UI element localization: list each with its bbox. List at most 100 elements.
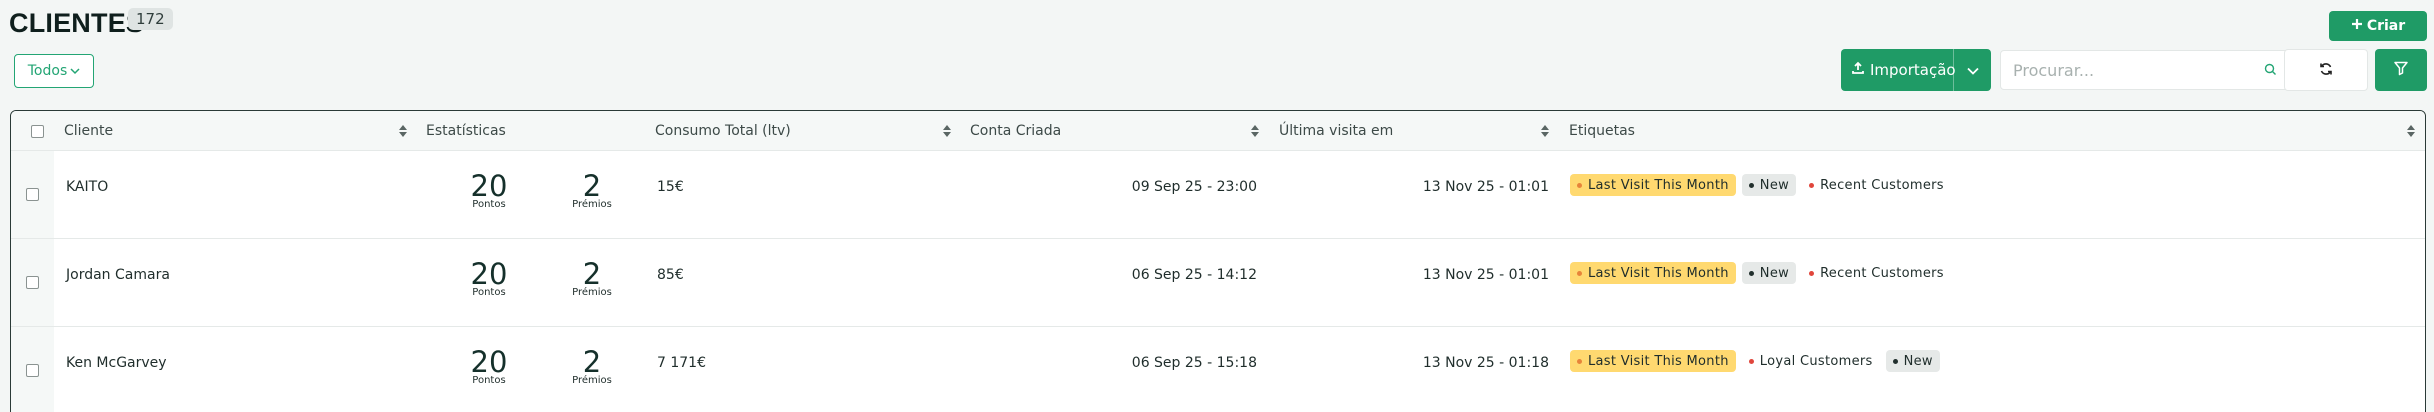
column-header-last-visit[interactable]: Última visita em <box>1279 111 1393 151</box>
prizes-stat: 2 Prémios <box>562 259 622 298</box>
prizes-label: Prémios <box>572 199 612 210</box>
dot-icon <box>1748 270 1754 276</box>
status-filter-dropdown[interactable]: Todos <box>14 54 94 88</box>
import-options-toggle[interactable] <box>1954 49 1991 91</box>
tag-chip[interactable]: Last Visit This Month <box>1570 262 1736 284</box>
client-count-badge: 172 <box>128 8 173 30</box>
tag-chip[interactable]: New <box>1741 262 1797 284</box>
tag-chip[interactable]: Recent Customers <box>1802 262 1951 284</box>
tag-chip[interactable]: Recent Customers <box>1802 174 1951 196</box>
clients-table: Cliente Estatísticas Consumo Total (ltv)… <box>10 110 2426 412</box>
import-button-group: Importação <box>1841 49 1991 91</box>
tag-chip[interactable]: New <box>1885 350 1940 372</box>
prizes-value: 2 <box>582 169 602 203</box>
chevron-down-icon <box>1966 61 1979 79</box>
table-header: Cliente Estatísticas Consumo Total (ltv)… <box>11 111 2425 151</box>
tag-chip[interactable]: Last Visit This Month <box>1570 350 1736 372</box>
table-row[interactable]: Jordan Camara 20 Pontos 2 Prémios 85€ 06… <box>11 239 2425 327</box>
column-header-stats: Estatísticas <box>426 123 506 139</box>
import-button[interactable]: Importação <box>1841 49 1956 91</box>
last-visit-date: 13 Nov 25 - 01:01 <box>1422 267 1549 283</box>
filter-button[interactable] <box>2375 49 2427 91</box>
client-name[interactable]: KAITO <box>66 179 108 195</box>
tag-label: Recent Customers <box>1820 265 1944 281</box>
ltv-value: 7 171€ <box>657 355 706 371</box>
select-all-checkbox[interactable] <box>31 111 44 151</box>
create-button-label: Criar <box>2366 18 2406 34</box>
dot-icon <box>1577 270 1582 276</box>
tag-chip[interactable]: Last Visit This Month <box>1570 174 1736 196</box>
tag-label: New <box>1759 265 1790 281</box>
points-label: Pontos <box>472 287 506 298</box>
dot-icon <box>1809 270 1815 276</box>
dot-icon <box>1748 358 1754 364</box>
tag-chip[interactable]: Loyal Customers <box>1742 350 1880 372</box>
dot-icon <box>1577 182 1582 188</box>
sort-icon[interactable] <box>1251 125 1259 137</box>
column-header-ltv[interactable]: Consumo Total (ltv) <box>655 111 791 151</box>
search-icon[interactable] <box>2264 61 2277 80</box>
points-stat: 20 Pontos <box>459 259 519 298</box>
refresh-button[interactable] <box>2284 49 2368 91</box>
dot-icon <box>1577 358 1582 364</box>
ltv-value: 85€ <box>657 267 684 283</box>
prizes-value: 2 <box>582 257 602 291</box>
import-button-label: Importação <box>1870 61 1956 79</box>
points-value: 20 <box>470 345 508 379</box>
last-visit-date: 13 Nov 25 - 01:01 <box>1422 179 1549 195</box>
row-checkbox[interactable] <box>11 327 54 412</box>
search-input[interactable] <box>2013 60 2243 80</box>
sort-icon[interactable] <box>399 125 407 137</box>
upload-icon <box>1851 61 1865 79</box>
column-header-created[interactable]: Conta Criada <box>970 111 1061 151</box>
table-row[interactable]: Ken McGarvey 20 Pontos 2 Prémios 7 171€ … <box>11 327 2425 412</box>
client-name[interactable]: Jordan Camara <box>66 267 170 283</box>
tag-chip[interactable]: New <box>1741 174 1797 196</box>
points-value: 20 <box>470 257 508 291</box>
filter-icon <box>2393 60 2409 80</box>
points-label: Pontos <box>472 375 506 386</box>
ltv-value: 15€ <box>657 179 684 195</box>
points-stat: 20 Pontos <box>459 171 519 210</box>
tag-label: Last Visit This Month <box>1588 265 1729 281</box>
refresh-icon <box>2319 61 2333 80</box>
created-date: 09 Sep 25 - 23:00 <box>1131 179 1257 195</box>
points-stat: 20 Pontos <box>459 347 519 386</box>
create-button[interactable]: Criar <box>2329 11 2427 41</box>
plus-icon <box>2351 18 2363 34</box>
tags-list: Last Visit This Month New Recent Custome… <box>1570 174 1951 196</box>
created-date: 06 Sep 25 - 15:18 <box>1131 355 1257 371</box>
status-filter-value: Todos <box>27 63 68 79</box>
sort-icon[interactable] <box>2407 125 2415 137</box>
column-header-tags: Etiquetas <box>1569 123 1635 139</box>
points-value: 20 <box>470 169 508 203</box>
row-checkbox[interactable] <box>11 151 54 238</box>
row-checkbox[interactable] <box>11 239 54 326</box>
prizes-value: 2 <box>582 345 602 379</box>
tags-list: Last Visit This Month Loyal Customers Ne… <box>1570 350 1940 372</box>
tag-label: New <box>1903 353 1933 369</box>
tag-label: New <box>1759 177 1790 193</box>
prizes-label: Prémios <box>572 375 612 386</box>
table-row[interactable]: KAITO 20 Pontos 2 Prémios 15€ 09 Sep 25 … <box>11 151 2425 239</box>
sort-icon[interactable] <box>1541 125 1549 137</box>
dot-icon <box>1809 182 1815 188</box>
tag-label: Recent Customers <box>1820 177 1944 193</box>
tag-label: Last Visit This Month <box>1588 177 1729 193</box>
chevron-down-icon <box>70 63 80 79</box>
client-name[interactable]: Ken McGarvey <box>66 355 167 371</box>
tag-label: Loyal Customers <box>1759 353 1873 369</box>
tags-list: Last Visit This Month New Recent Custome… <box>1570 262 1951 284</box>
sort-icon[interactable] <box>943 125 951 137</box>
dot-icon <box>1748 182 1754 188</box>
tag-label: Last Visit This Month <box>1588 353 1729 369</box>
dot-icon <box>1892 358 1898 364</box>
points-label: Pontos <box>472 199 506 210</box>
last-visit-date: 13 Nov 25 - 01:18 <box>1422 355 1549 371</box>
prizes-stat: 2 Prémios <box>562 347 622 386</box>
page-title: CLIENTES <box>9 8 145 38</box>
search-box <box>2000 50 2290 90</box>
column-header-client[interactable]: Cliente <box>64 111 113 151</box>
prizes-label: Prémios <box>572 287 612 298</box>
prizes-stat: 2 Prémios <box>562 171 622 210</box>
